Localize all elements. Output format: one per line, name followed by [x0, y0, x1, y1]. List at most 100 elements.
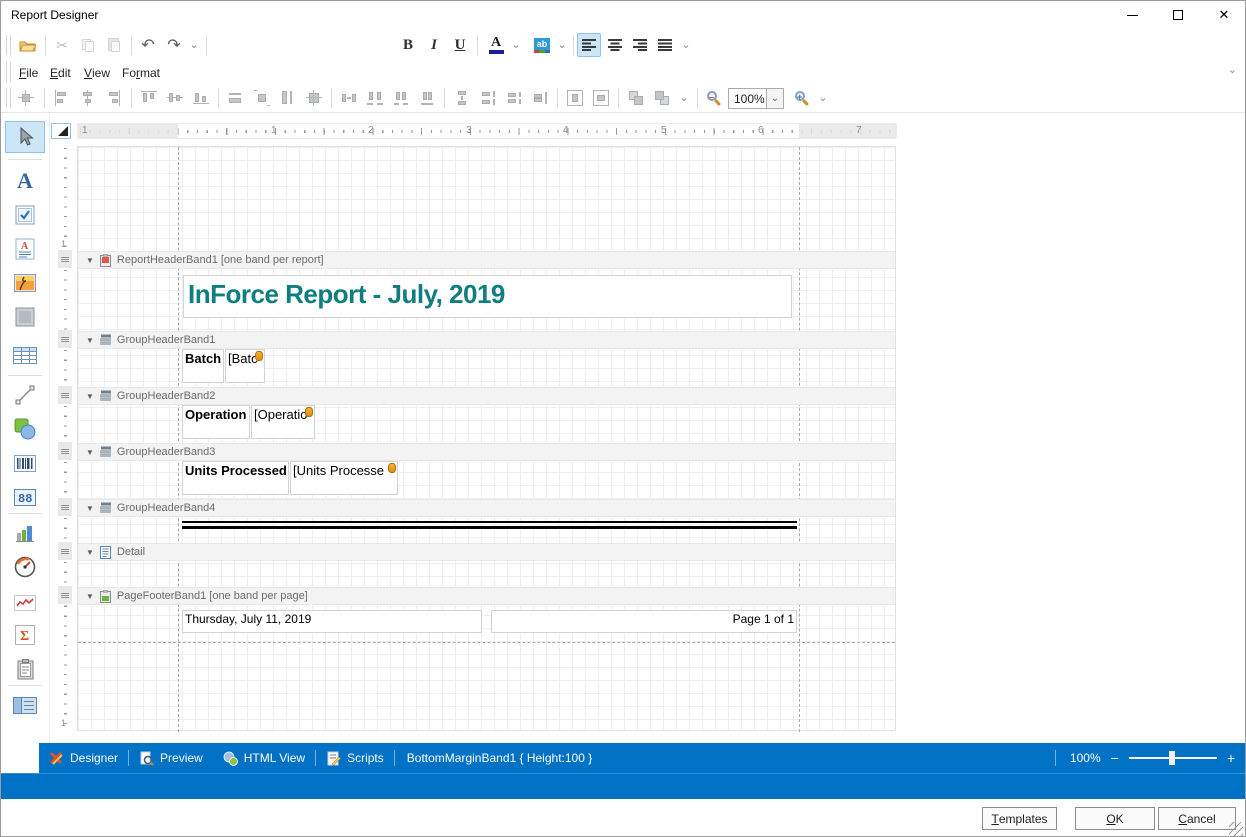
tool-panel[interactable] [5, 301, 45, 333]
send-to-back-button[interactable] [649, 86, 675, 110]
font-color-dropdown[interactable]: ⌄ [509, 33, 523, 57]
minimize-button[interactable] [1109, 1, 1155, 29]
align-rights-button[interactable] [101, 86, 127, 110]
tool-subreport[interactable] [5, 689, 45, 721]
open-button[interactable] [14, 33, 40, 57]
close-button[interactable]: ✕ [1201, 1, 1246, 29]
underline-button[interactable]: U [449, 33, 471, 57]
italic-button[interactable]: I [423, 33, 445, 57]
collapse-band-icon[interactable]: ▼ [86, 256, 94, 265]
templates-button[interactable]: Templates [982, 807, 1057, 830]
order-dropdown[interactable]: ⌄ [677, 86, 691, 110]
toolbar-overflow-chevron[interactable]: ⌄ [1228, 65, 1237, 76]
undo-button[interactable]: ↶ [135, 33, 161, 57]
menu-file[interactable]: File [16, 64, 41, 81]
band-header-report-header[interactable]: ▼ ReportHeaderBand1 [one band per report… [78, 251, 895, 269]
report-title-label[interactable]: InForce Report - July, 2019 [183, 275, 792, 318]
zoom-dropdown[interactable]: ⌄ [816, 86, 830, 110]
band-resize-handle[interactable] [58, 250, 72, 268]
tool-sparkline[interactable] [5, 587, 45, 619]
menu-view[interactable]: View [81, 64, 113, 81]
same-width-button[interactable] [223, 86, 249, 110]
tool-line[interactable] [5, 379, 45, 411]
band-resize-handle[interactable] [58, 330, 72, 348]
align-centers-button[interactable] [75, 86, 101, 110]
collapse-band-icon[interactable]: ▼ [86, 336, 94, 345]
tool-gauge[interactable] [5, 551, 45, 583]
band-resize-handle[interactable] [58, 542, 72, 560]
tool-pointer[interactable] [5, 121, 45, 153]
size-to-grid-button[interactable] [249, 86, 275, 110]
align-bottoms-button[interactable] [188, 86, 214, 110]
horizontal-ruler[interactable]: 1 1 2 3 4 5 6 7 [77, 123, 896, 139]
bold-button[interactable]: B [397, 33, 419, 57]
units-processed-caption-label[interactable]: Units Processed [182, 461, 289, 495]
resize-grip[interactable] [1229, 822, 1243, 836]
menu-edit[interactable]: Edit [47, 64, 74, 81]
bring-to-front-button[interactable] [623, 86, 649, 110]
zoom-in-control[interactable]: + [1227, 750, 1235, 766]
paste-button[interactable] [101, 33, 127, 57]
redo-button[interactable]: ↷ [161, 33, 187, 57]
tool-summary[interactable]: Σ [5, 619, 45, 651]
collapse-band-icon[interactable]: ▼ [86, 448, 94, 457]
band-header-page-footer[interactable]: ▼ PageFooterBand1 [one band per page] [78, 587, 895, 605]
tool-picture[interactable] [5, 267, 45, 299]
tool-shape[interactable] [5, 413, 45, 445]
menu-format[interactable]: Format [119, 64, 163, 81]
zoom-out-control[interactable]: − [1111, 750, 1119, 766]
band-resize-handle[interactable] [58, 586, 72, 604]
band-header-group3[interactable]: ▼ GroupHeaderBand3 [78, 443, 895, 461]
design-surface[interactable]: ▼ ReportHeaderBand1 [one band per report… [77, 146, 896, 731]
alignment-dropdown[interactable]: ⌄ [679, 33, 693, 57]
band-header-group2[interactable]: ▼ GroupHeaderBand2 [78, 387, 895, 405]
tool-page-info[interactable] [5, 653, 45, 685]
ok-button[interactable]: OK [1075, 807, 1155, 830]
tab-scripts[interactable]: Scripts [316, 743, 394, 773]
collapse-band-icon[interactable]: ▼ [86, 504, 94, 513]
tab-designer[interactable]: Designer [39, 743, 128, 773]
operation-caption-label[interactable]: Operation [182, 405, 250, 439]
zoom-level-combo[interactable]: 100% ⌄ [728, 88, 784, 109]
band-resize-handle[interactable] [58, 498, 72, 516]
cancel-button[interactable]: Cancel [1158, 807, 1236, 830]
menubar-grip[interactable] [6, 62, 11, 82]
align-lefts-button[interactable] [49, 86, 75, 110]
highlight-color-button[interactable]: ab [529, 33, 555, 57]
band-resize-handle[interactable] [58, 442, 72, 460]
zoom-out-button[interactable]: – [702, 86, 726, 110]
operation-field-label[interactable]: [Operatio [251, 405, 315, 439]
footer-page-info-label[interactable]: Page 1 of 1 [491, 610, 797, 633]
font-color-button[interactable]: A [483, 33, 509, 57]
zoom-slider[interactable] [1129, 757, 1217, 759]
zoom-slider-thumb[interactable] [1169, 751, 1175, 765]
align-left-button[interactable] [577, 33, 601, 57]
align-center-button[interactable] [603, 33, 627, 57]
align-right-button[interactable] [628, 33, 652, 57]
tool-checkbox[interactable] [5, 199, 45, 231]
vertical-ruler[interactable]: 1 1 [58, 146, 72, 731]
ruler-corner-button[interactable] [51, 123, 71, 139]
snap-to-grid-button[interactable] [13, 86, 39, 110]
same-size-button[interactable] [301, 86, 327, 110]
remove-vertical-spacing-button[interactable] [527, 86, 553, 110]
tool-zip-code[interactable]: 88 [5, 481, 45, 513]
copy-button[interactable] [75, 33, 101, 57]
toolbar-grip[interactable] [6, 88, 11, 108]
cut-button[interactable]: ✂ [49, 33, 75, 57]
highlight-color-dropdown[interactable]: ⌄ [555, 33, 569, 57]
tool-label[interactable]: A [5, 165, 45, 197]
center-horizontally-button[interactable] [562, 86, 588, 110]
align-middles-button[interactable] [162, 86, 188, 110]
separator-line-control[interactable] [182, 521, 797, 529]
toolbar-grip[interactable] [6, 35, 11, 55]
center-vertically-button[interactable] [588, 86, 614, 110]
justify-button[interactable] [653, 33, 677, 57]
tool-table[interactable] [5, 339, 45, 371]
zoom-level-dropdown[interactable]: ⌄ [766, 89, 783, 108]
band-resize-handle[interactable] [58, 386, 72, 404]
band-header-group1[interactable]: ▼ GroupHeaderBand1 [78, 331, 895, 349]
collapse-band-icon[interactable]: ▼ [86, 592, 94, 601]
same-height-button[interactable] [275, 86, 301, 110]
equal-horizontal-spacing-button[interactable] [336, 86, 362, 110]
